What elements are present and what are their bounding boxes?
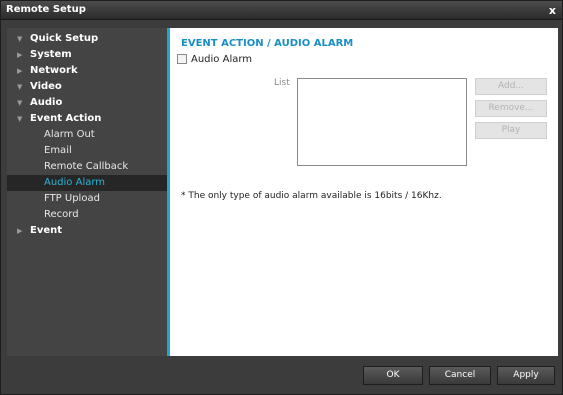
chevron-right-icon: ▶ bbox=[17, 67, 23, 75]
sidebar: ▼ Quick Setup ▶ System ▶ Network ▼ Video… bbox=[7, 28, 167, 356]
remove-button[interactable]: Remove... bbox=[475, 100, 547, 117]
ok-button[interactable]: OK bbox=[363, 366, 423, 385]
audio-alarm-checkbox[interactable] bbox=[177, 54, 187, 64]
sidebar-item-label: Alarm Out bbox=[44, 129, 95, 140]
sidebar-item-alarm-out[interactable]: Alarm Out bbox=[7, 127, 167, 143]
sidebar-item-label: Event Action bbox=[30, 113, 102, 124]
audio-file-list[interactable] bbox=[297, 78, 467, 166]
sidebar-item-label: Quick Setup bbox=[30, 33, 99, 44]
sidebar-item-system[interactable]: ▶ System bbox=[7, 47, 167, 63]
sidebar-item-event[interactable]: ▶ Event bbox=[7, 223, 167, 239]
sidebar-item-audio-alarm[interactable]: Audio Alarm bbox=[7, 175, 167, 191]
sidebar-item-event-action[interactable]: ▼ Event Action bbox=[7, 111, 167, 127]
window-title: Remote Setup bbox=[6, 4, 86, 15]
sidebar-item-label: Event bbox=[30, 225, 63, 236]
sidebar-item-record[interactable]: Record bbox=[7, 207, 167, 223]
sidebar-item-label: Record bbox=[44, 209, 79, 220]
sidebar-item-ftp-upload[interactable]: FTP Upload bbox=[7, 191, 167, 207]
footer-bar: OK Cancel Apply bbox=[7, 356, 558, 390]
sidebar-item-label: Video bbox=[30, 81, 62, 92]
sidebar-item-label: System bbox=[30, 49, 72, 60]
page-title: EVENT ACTION / AUDIO ALARM bbox=[181, 38, 354, 49]
play-button[interactable]: Play bbox=[475, 122, 547, 139]
sidebar-item-network[interactable]: ▶ Network bbox=[7, 63, 167, 79]
chevron-down-icon: ▼ bbox=[17, 35, 23, 43]
sidebar-item-audio[interactable]: ▼ Audio bbox=[7, 95, 167, 111]
cancel-button[interactable]: Cancel bbox=[429, 366, 491, 385]
sidebar-item-label: Remote Callback bbox=[44, 161, 129, 172]
chevron-down-icon: ▼ bbox=[17, 115, 23, 123]
remote-setup-window: Remote Setup x ▼ Quick Setup ▶ System ▶ … bbox=[0, 0, 563, 395]
chevron-down-icon: ▼ bbox=[17, 99, 23, 107]
sidebar-item-label: FTP Upload bbox=[44, 193, 100, 204]
sidebar-item-email[interactable]: Email bbox=[7, 143, 167, 159]
sidebar-item-label: Email bbox=[44, 145, 72, 156]
apply-button[interactable]: Apply bbox=[497, 366, 555, 385]
chevron-right-icon: ▶ bbox=[17, 227, 23, 235]
format-note: * The only type of audio alarm available… bbox=[181, 191, 442, 201]
sidebar-item-label: Audio Alarm bbox=[44, 177, 106, 188]
close-icon[interactable]: x bbox=[549, 4, 556, 17]
sidebar-item-remote-callback[interactable]: Remote Callback bbox=[7, 159, 167, 175]
title-bar: Remote Setup x bbox=[1, 1, 562, 20]
sidebar-item-quick-setup[interactable]: ▼ Quick Setup bbox=[7, 31, 167, 47]
list-label: List bbox=[274, 78, 290, 88]
chevron-right-icon: ▶ bbox=[17, 51, 23, 59]
sidebar-item-video[interactable]: ▼ Video bbox=[7, 79, 167, 95]
main-panel: EVENT ACTION / AUDIO ALARM Audio Alarm L… bbox=[170, 28, 558, 356]
audio-alarm-label: Audio Alarm bbox=[191, 53, 253, 65]
add-button[interactable]: Add... bbox=[475, 78, 547, 95]
audio-alarm-option: Audio Alarm bbox=[177, 53, 252, 65]
sidebar-item-label: Audio bbox=[30, 97, 63, 108]
chevron-down-icon: ▼ bbox=[17, 83, 23, 91]
sidebar-item-label: Network bbox=[30, 65, 78, 76]
